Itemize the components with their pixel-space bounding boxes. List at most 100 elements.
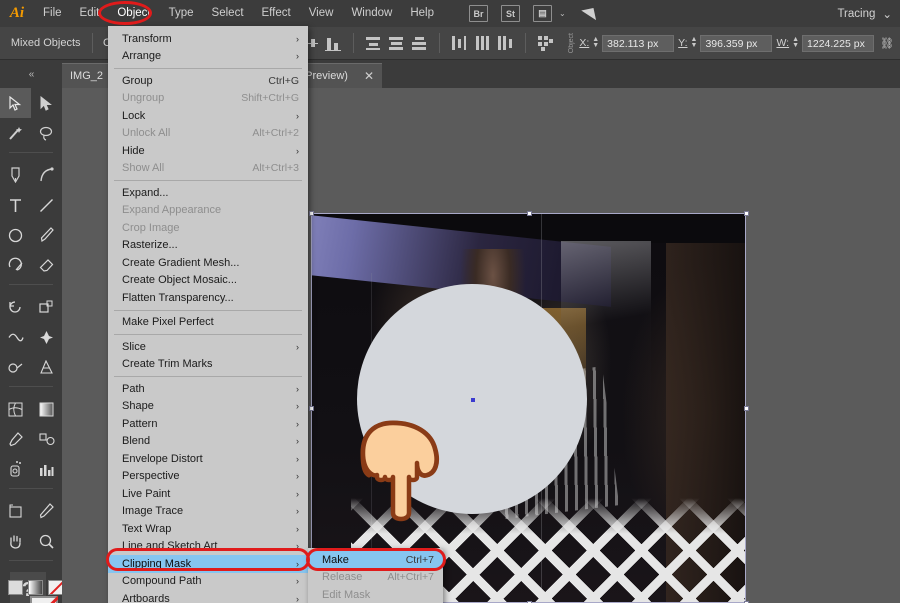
menu-item-help[interactable]: Help [401, 0, 443, 27]
width-tool[interactable] [0, 322, 31, 352]
handle-top-center[interactable] [527, 211, 532, 216]
menu-item-rasterize[interactable]: Rasterize... [108, 237, 308, 255]
selection-tool[interactable] [0, 88, 31, 118]
link-dimensions-icon[interactable]: ⛓ [874, 37, 900, 50]
menu-item-file[interactable]: File [34, 0, 71, 27]
adobe-stock-icon[interactable]: St [501, 5, 520, 22]
mesh-tool[interactable] [0, 394, 31, 424]
shaper-tool[interactable] [0, 250, 31, 280]
menu-item-image-trace[interactable]: Image Trace › [108, 503, 308, 521]
menu-item-label: Line and Sketch Art [122, 540, 218, 553]
rotate-tool[interactable] [0, 292, 31, 322]
menu-item-pattern[interactable]: Pattern › [108, 415, 308, 433]
menu-item-flatten-transparency[interactable]: Flatten Transparency... [108, 289, 308, 307]
eyedropper-tool[interactable] [0, 424, 31, 454]
menu-item-text-wrap[interactable]: Text Wrap › [108, 520, 308, 538]
menu-item-hide[interactable]: Hide › [108, 142, 308, 160]
none-fill-button[interactable] [48, 580, 63, 595]
y-stepper-icon[interactable]: ▲ ▼ [691, 36, 698, 49]
pen-tool[interactable] [0, 160, 31, 190]
distribute-center-icon[interactable] [388, 35, 405, 52]
align-vertical-bottom-icon[interactable] [325, 35, 342, 52]
type-tool[interactable] [0, 190, 31, 220]
width-group: W: ▲ ▼ 1224.225 px [776, 34, 875, 52]
direct-selection-tool[interactable] [31, 88, 62, 118]
ellipse-tool[interactable] [0, 220, 31, 250]
menu-item-make-pixel-perfect[interactable]: Make Pixel Perfect [108, 314, 308, 332]
curvature-tool[interactable] [31, 160, 62, 190]
menu-item-object[interactable]: Object [108, 0, 159, 27]
object-dropdown-menu[interactable]: Transform › Arrange › Group Ctrl+G Ungroup Shif… [108, 26, 308, 603]
menu-item-lock[interactable]: Lock › [108, 107, 308, 125]
menu-item-create-object-mosaic[interactable]: Create Object Mosaic... [108, 272, 308, 290]
width-input[interactable]: 1224.225 px [802, 34, 875, 52]
menu-item-view[interactable]: View [300, 0, 343, 27]
collapse-panel-icon[interactable]: « [0, 60, 62, 88]
menu-item-shape[interactable]: Shape › [108, 398, 308, 416]
discover-flag-icon[interactable]: ◥ [577, 3, 599, 24]
handle-middle-right[interactable] [744, 406, 749, 411]
menu-item-perspective[interactable]: Perspective › [108, 468, 308, 486]
slice-tool[interactable] [31, 496, 62, 526]
menu-item-effect[interactable]: Effect [253, 0, 300, 27]
handle-top-left[interactable] [309, 211, 314, 216]
gradient-fill-button[interactable] [28, 580, 43, 595]
x-input[interactable]: 382.113 px [602, 34, 675, 52]
align-to-selection-icon[interactable] [537, 35, 554, 52]
menu-item-create-gradient-mesh[interactable]: Create Gradient Mesh... [108, 254, 308, 272]
shape-builder-tool[interactable] [0, 352, 31, 382]
zoom-tool[interactable] [31, 526, 62, 556]
eraser-tool[interactable] [31, 250, 62, 280]
distribute-bottom-icon[interactable] [411, 35, 428, 52]
magic-wand-tool[interactable] [0, 118, 31, 148]
blend-tool[interactable] [31, 424, 62, 454]
arrange-documents-icon[interactable]: ▤ [533, 5, 552, 22]
hand-tool[interactable] [0, 526, 31, 556]
menu-item-line-and-sketch-art[interactable]: Line and Sketch Art › [108, 538, 308, 556]
menu-item-expand[interactable]: Expand... [108, 184, 308, 202]
stroke-swatch[interactable] [30, 596, 58, 603]
distribute-horizontal-right-icon[interactable] [497, 35, 514, 52]
menu-item-clipping-mask[interactable]: Clipping Mask › [108, 555, 308, 573]
menu-item-slice[interactable]: Slice › [108, 338, 308, 356]
menu-item-window[interactable]: Window [342, 0, 401, 27]
artboard-tool[interactable] [0, 496, 31, 526]
scale-tool[interactable] [31, 292, 62, 322]
color-fill-button[interactable] [8, 580, 23, 595]
menu-item-create-trim-marks[interactable]: Create Trim Marks [108, 356, 308, 374]
menu-item-path[interactable]: Path › [108, 380, 308, 398]
free-transform-tool[interactable] [31, 322, 62, 352]
handle-middle-left[interactable] [309, 406, 314, 411]
close-tab-icon[interactable]: ✕ [364, 69, 374, 83]
perspective-grid-tool[interactable] [31, 352, 62, 382]
handle-top-right[interactable] [744, 211, 749, 216]
workspace-switcher[interactable]: Tracing ⌄ [837, 0, 892, 27]
menu-item-envelope-distort[interactable]: Envelope Distort › [108, 450, 308, 468]
menu-item-edit[interactable]: Edit [71, 0, 109, 27]
menu-item-select[interactable]: Select [203, 0, 253, 27]
distribute-horizontal-left-icon[interactable] [451, 35, 468, 52]
menu-item-transform[interactable]: Transform › [108, 30, 308, 48]
menu-item-type[interactable]: Type [160, 0, 203, 27]
distribute-horizontal-center-icon[interactable] [474, 35, 491, 52]
column-graph-tool[interactable] [31, 454, 62, 484]
lasso-tool[interactable] [31, 118, 62, 148]
menu-item-artboards[interactable]: Artboards › [108, 590, 308, 603]
gradient-tool[interactable] [31, 394, 62, 424]
x-stepper-icon[interactable]: ▲ ▼ [592, 36, 599, 49]
line-segment-tool[interactable] [31, 190, 62, 220]
distribute-top-icon[interactable] [365, 35, 382, 52]
arrange-documents-chevron-icon[interactable]: ⌄ [559, 9, 566, 18]
symbol-sprayer-tool[interactable] [0, 454, 31, 484]
y-input[interactable]: 396.359 px [700, 34, 773, 52]
clipping-mask-submenu[interactable]: Make Ctrl+7 Release Alt+Ctrl+7 Edit Mask [308, 548, 443, 603]
submenu-item-make[interactable]: Make Ctrl+7 [308, 551, 443, 569]
menu-item-compound-path[interactable]: Compound Path › [108, 573, 308, 591]
menu-item-blend[interactable]: Blend › [108, 433, 308, 451]
menu-item-live-paint[interactable]: Live Paint › [108, 485, 308, 503]
menu-item-group[interactable]: Group Ctrl+G [108, 72, 308, 90]
width-stepper-icon[interactable]: ▲ ▼ [792, 36, 799, 49]
bridge-icon[interactable]: Br [469, 5, 488, 22]
paintbrush-tool[interactable] [31, 220, 62, 250]
menu-item-arrange[interactable]: Arrange › [108, 48, 308, 66]
